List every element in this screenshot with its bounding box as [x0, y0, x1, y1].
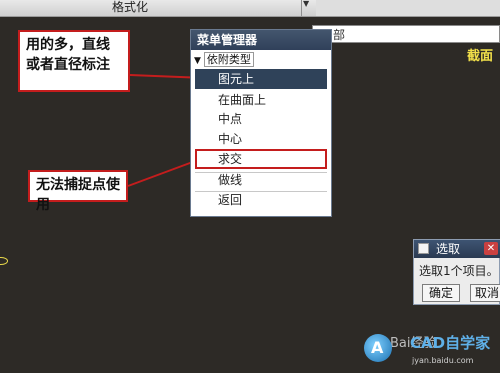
section-header-label: 依附类型 — [203, 52, 254, 67]
menu-item-return[interactable]: 返回 — [195, 190, 327, 210]
pick-dialog: 选取 ✕ 选取1个项目。 确定 取消 — [413, 239, 500, 305]
menu-item-intersect[interactable]: 求交 — [195, 149, 327, 169]
watermark-brand: CAD自学家 — [410, 334, 491, 352]
close-icon[interactable]: ✕ — [484, 242, 498, 255]
collapse-triangle-icon[interactable]: ▼ — [194, 53, 201, 70]
ok-button[interactable]: 确定 — [422, 284, 460, 302]
menu-item-make-line[interactable]: 做线 — [195, 170, 327, 190]
menu-item-center[interactable]: 中心 — [195, 129, 327, 149]
menu-item-midpoint[interactable]: 中点 — [195, 109, 327, 129]
cancel-button[interactable]: 取消 — [470, 284, 500, 302]
menu-item-on-surface[interactable]: 在曲面上 — [195, 90, 327, 110]
menu-item-on-entity[interactable]: 图元上 — [195, 69, 327, 89]
pick-dialog-message: 选取1个项目。 — [419, 264, 499, 278]
arrow-line-bottom — [127, 159, 199, 187]
pick-dialog-title: 选取 — [436, 242, 461, 256]
watermark-url: jyan.baidu.com — [412, 356, 474, 365]
watermark-logo: A — [364, 334, 392, 362]
menu-section-header[interactable]: ▼ 依附类型 — [194, 51, 328, 68]
menu-manager: 菜单管理器 ▼ 依附类型 图元上 在曲面上 中点 中心 求交 做线 返回 — [190, 29, 332, 217]
window-icon — [418, 243, 429, 254]
pick-dialog-titlebar[interactable]: 选取 ✕ — [414, 240, 500, 258]
watermark-logo-letter: A — [371, 338, 384, 357]
menu-manager-title: 菜单管理器 — [191, 30, 331, 50]
